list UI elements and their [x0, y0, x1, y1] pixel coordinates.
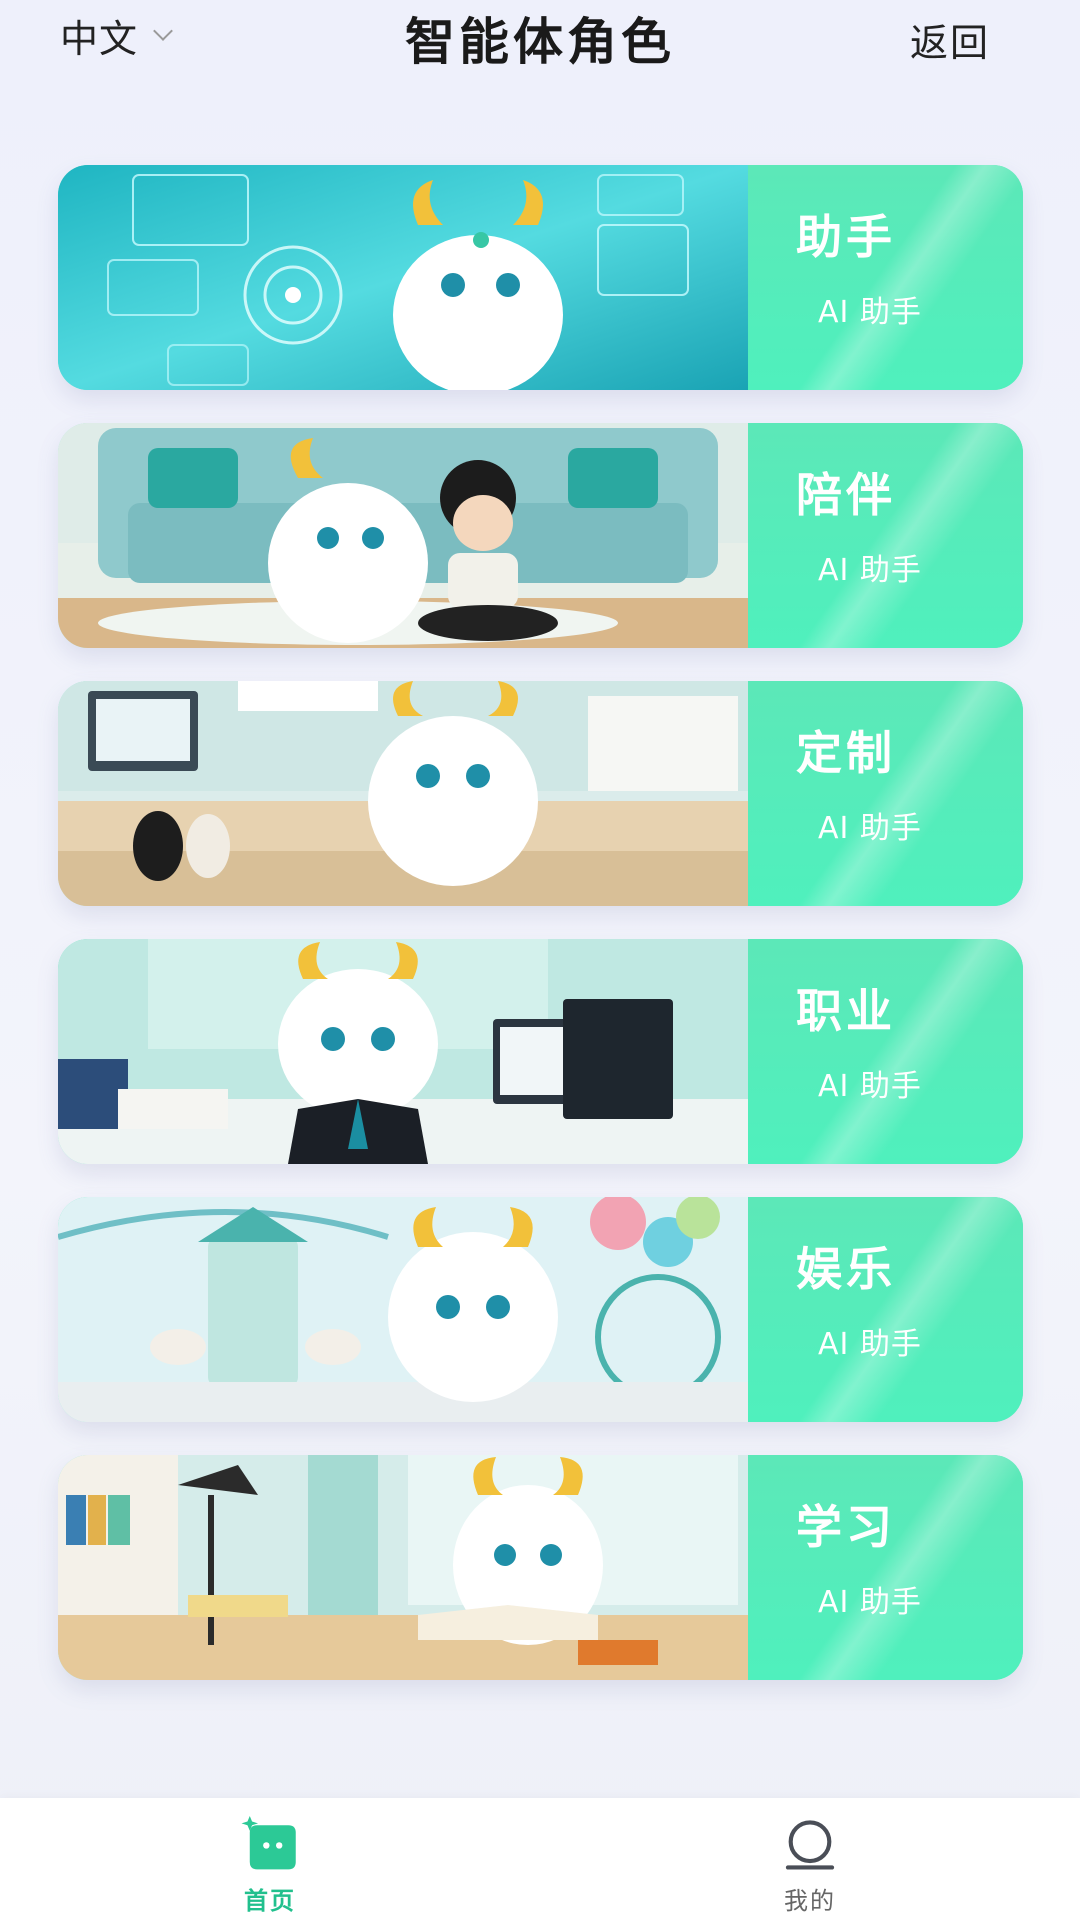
card-label-panel: 助手 AI 助手 [748, 165, 1023, 390]
role-card-list: 助手 AI 助手 陪伴 AI 助手 定制 AI 助手 职业 AI 助手 娱乐 A… [58, 165, 1023, 1713]
nav-tab-mine[interactable]: 我的 [730, 1816, 890, 1916]
card-subtitle: AI 助手 [818, 295, 922, 330]
card-label-panel: 学习 AI 助手 [748, 1455, 1023, 1680]
card-illustration-living-room [58, 423, 748, 648]
card-label-panel: 娱乐 AI 助手 [748, 1197, 1023, 1422]
role-card-career[interactable]: 职业 AI 助手 [58, 939, 1023, 1164]
card-title: 学习 [796, 1500, 896, 1554]
card-illustration-amusement-park [58, 1197, 748, 1422]
role-card-entertainment[interactable]: 娱乐 AI 助手 [58, 1197, 1023, 1422]
user-icon [785, 1820, 835, 1870]
card-label-panel: 陪伴 AI 助手 [748, 423, 1023, 648]
card-illustration-office [58, 939, 748, 1164]
card-label-panel: 定制 AI 助手 [748, 681, 1023, 906]
bottom-nav-bar: 首页 我的 [0, 1798, 1080, 1920]
top-bar: 中文 智能体角色 返回 [0, 0, 1080, 80]
card-subtitle: AI 助手 [818, 553, 922, 588]
card-subtitle: AI 助手 [818, 811, 922, 846]
card-label-panel: 职业 AI 助手 [748, 939, 1023, 1164]
card-title: 助手 [796, 210, 896, 264]
card-subtitle: AI 助手 [818, 1327, 922, 1362]
card-illustration-study [58, 1455, 748, 1680]
nav-tab-home[interactable]: 首页 [190, 1816, 350, 1916]
nav-label-home: 首页 [244, 1887, 296, 1915]
card-illustration-tech [58, 165, 748, 390]
card-illustration-workshop [58, 681, 748, 906]
role-card-custom[interactable]: 定制 AI 助手 [58, 681, 1023, 906]
nav-label-mine: 我的 [784, 1887, 836, 1915]
role-card-companion[interactable]: 陪伴 AI 助手 [58, 423, 1023, 648]
card-title: 职业 [796, 984, 896, 1038]
back-button[interactable]: 返回 [910, 12, 990, 67]
card-subtitle: AI 助手 [818, 1585, 922, 1620]
role-card-learning[interactable]: 学习 AI 助手 [58, 1455, 1023, 1680]
role-card-assistant[interactable]: 助手 AI 助手 [58, 165, 1023, 390]
card-title: 娱乐 [796, 1242, 896, 1296]
card-title: 陪伴 [796, 468, 896, 522]
chat-bubble-icon [241, 1816, 296, 1870]
card-title: 定制 [796, 726, 896, 780]
card-subtitle: AI 助手 [818, 1069, 922, 1104]
